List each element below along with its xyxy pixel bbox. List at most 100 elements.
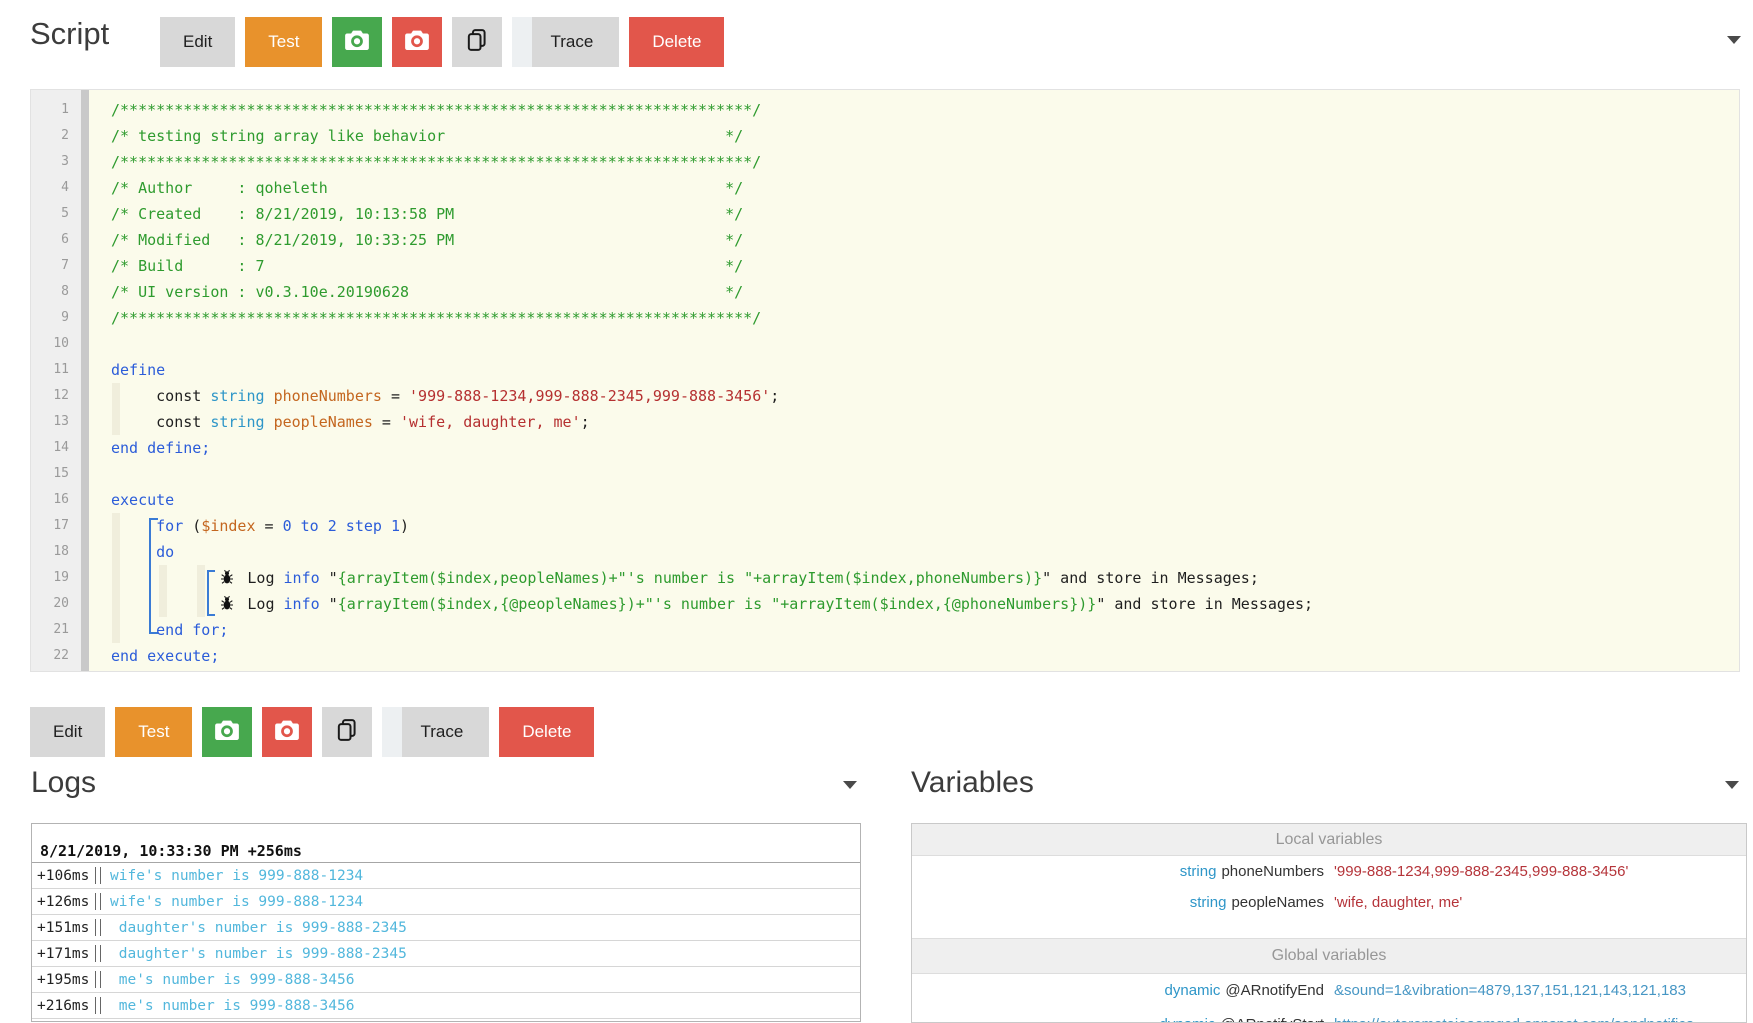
test-button[interactable]: Test [115, 707, 192, 757]
variable-row: dynamic@ARnotifyStarthttps://autoremotej… [912, 1008, 1746, 1023]
line-number: 18 [31, 539, 81, 565]
bug-icon[interactable] [219, 593, 238, 619]
trace-toggle[interactable] [512, 17, 532, 67]
screenshot-red-button[interactable] [392, 17, 442, 67]
variable-value: 'wife, daughter, me' [1334, 887, 1462, 918]
variables-collapse-caret[interactable] [1725, 781, 1739, 789]
script-toolbar-top: Edit Test Trace Delete [160, 17, 724, 67]
code-line: /* Created : 8/21/2019, 10:13:58 PM */ [89, 201, 1739, 227]
copy-icon [333, 716, 361, 749]
log-message: me's number is 999-888-3456 [110, 998, 354, 1014]
code-token [111, 543, 156, 561]
code-token: /***************************************… [111, 101, 761, 119]
trace-button[interactable]: Trace [382, 707, 489, 757]
code-token: Log [238, 595, 283, 613]
code-pane[interactable]: /***************************************… [89, 90, 1739, 671]
logs-title: Logs [31, 766, 96, 800]
code-token: " and store in Messages; [1042, 569, 1259, 587]
code-token: = [373, 413, 400, 431]
code-token: phoneNumbers [274, 387, 382, 405]
log-rows: +106mswife's number is 999-888-1234+126m… [32, 863, 860, 1019]
line-number: 9 [31, 305, 81, 331]
code-line: define [89, 357, 1739, 383]
code-line: execute [89, 487, 1739, 513]
code-editor[interactable]: 12345678910111213141516171819202122 /***… [30, 89, 1740, 672]
code-token: '999-888-1234,999-888-2345,999-888-3456' [409, 387, 770, 405]
camera-icon [342, 25, 372, 60]
code-token: = [382, 387, 409, 405]
line-number: 6 [31, 227, 81, 253]
delete-button[interactable]: Delete [499, 707, 594, 757]
bug-icon[interactable] [219, 567, 238, 593]
code-line: /***************************************… [89, 149, 1739, 175]
log-entry: +195ms me's number is 999-888-3456 [32, 967, 860, 993]
script-toolbar-bottom: Edit Test Trace Delete [30, 707, 594, 757]
variable-row: dynamic@ARnotifyEnd&sound=1&vibration=48… [912, 974, 1746, 1008]
line-number: 15 [31, 461, 81, 487]
log-entry: +126mswife's number is 999-888-1234 [32, 889, 860, 915]
log-entry: +216ms me's number is 999-888-3456 [32, 993, 860, 1019]
screenshot-green-button[interactable] [332, 17, 382, 67]
log-timestamp: +195ms [32, 972, 92, 988]
copy-button[interactable] [322, 707, 372, 757]
line-number: 14 [31, 435, 81, 461]
delete-button[interactable]: Delete [629, 17, 724, 67]
test-button[interactable]: Test [245, 17, 322, 67]
variable-name: @ARnotifyStart [1220, 1016, 1324, 1023]
code-token: end execute; [111, 647, 219, 665]
code-token: " and store in Messages; [1096, 595, 1313, 613]
code-token: /* Created : 8/21/2019, 10:13:58 PM */ [111, 205, 743, 223]
code-line: end for; [89, 617, 1739, 643]
code-token: = [256, 517, 283, 535]
variable-row: stringpeopleNames'wife, daughter, me' [912, 887, 1746, 918]
log-timestamp: +151ms [32, 920, 92, 936]
line-number: 13 [31, 409, 81, 435]
code-token: Log [238, 569, 283, 587]
trace-button[interactable]: Trace [512, 17, 619, 67]
variable-value: '999-888-1234,999-888-2345,999-888-3456' [1334, 856, 1628, 887]
code-token: info [284, 569, 320, 587]
variable-label: stringphoneNumbers [912, 856, 1324, 887]
code-line: Log info "{arrayItem($index,peopleNames)… [89, 565, 1739, 591]
log-separator [95, 919, 101, 936]
log-separator [95, 971, 101, 988]
global-variables-header: Global variables [912, 938, 1746, 974]
gutter-stripe [81, 90, 89, 671]
trace-toggle[interactable] [382, 707, 402, 757]
code-line: const string peopleNames = 'wife, daught… [89, 409, 1739, 435]
code-line: do [89, 539, 1739, 565]
log-separator [95, 867, 101, 884]
variables-panel: Local variables stringphoneNumbers'999-8… [911, 823, 1747, 1023]
line-number: 16 [31, 487, 81, 513]
camera-icon [212, 715, 242, 750]
script-collapse-caret[interactable] [1727, 36, 1741, 44]
line-number: 22 [31, 643, 81, 669]
code-line: /* testing string array like behavior */ [89, 123, 1739, 149]
variable-kind: string [1180, 863, 1217, 880]
code-token: end for; [156, 621, 228, 639]
screenshot-red-button[interactable] [262, 707, 312, 757]
trace-label: Trace [550, 32, 593, 52]
log-message: daughter's number is 999-888-2345 [110, 920, 407, 936]
log-separator [95, 945, 101, 962]
log-entry: +151ms daughter's number is 999-888-2345 [32, 915, 860, 941]
log-timestamp: +106ms [32, 868, 92, 884]
edit-button[interactable]: Edit [30, 707, 105, 757]
line-number: 12 [31, 383, 81, 409]
code-token: /* Modified : 8/21/2019, 10:33:25 PM */ [111, 231, 743, 249]
global-variable-rows: dynamic@ARnotifyEnd&sound=1&vibration=48… [912, 974, 1746, 1023]
logs-collapse-caret[interactable] [843, 781, 857, 789]
variable-name: @ARnotifyEnd [1225, 982, 1324, 999]
screenshot-green-button[interactable] [202, 707, 252, 757]
code-token: end define; [111, 439, 210, 457]
code-token [111, 569, 219, 587]
code-line: for ($index = 0 to 2 step 1) [89, 513, 1739, 539]
log-session-header: 8/21/2019, 10:33:30 PM +256ms [32, 841, 860, 863]
copy-button[interactable] [452, 17, 502, 67]
code-token: const [111, 413, 210, 431]
code-token: /* UI version : v0.3.10e.20190628 */ [111, 283, 743, 301]
code-token: execute [111, 491, 174, 509]
variables-spacer [912, 918, 1746, 938]
edit-button[interactable]: Edit [160, 17, 235, 67]
code-line: /* Build : 7 */ [89, 253, 1739, 279]
